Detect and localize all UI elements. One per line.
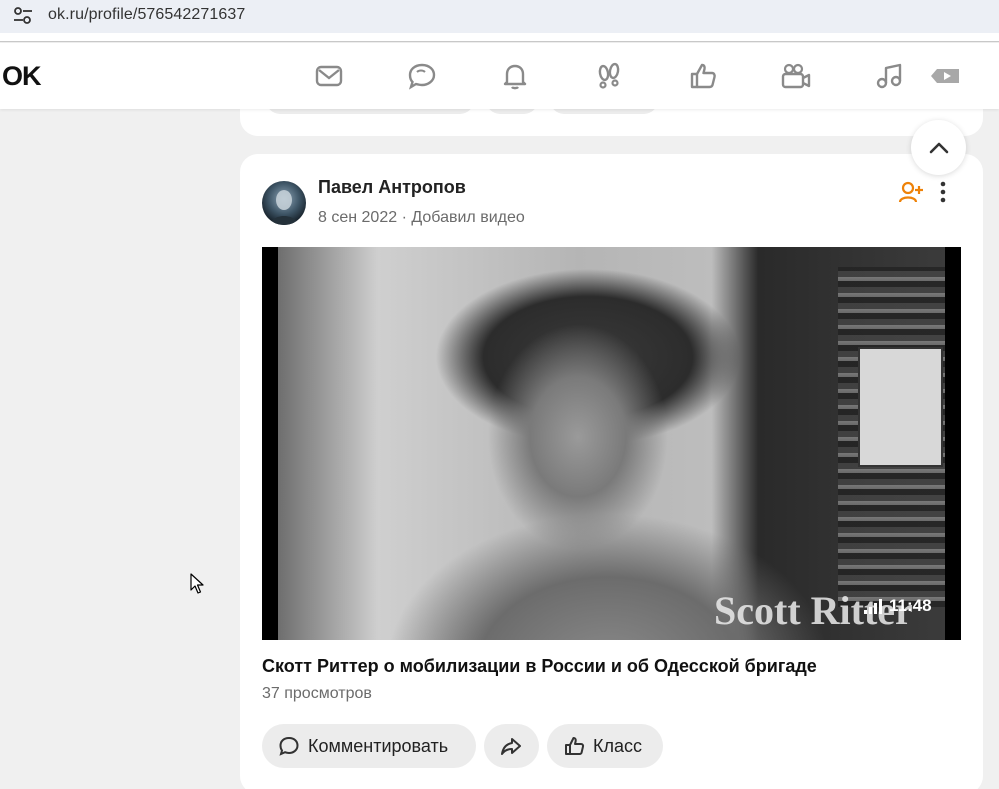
post-meta: 8 сен 2022 · Добавил видео [318,209,525,227]
post-date[interactable]: 8 сен 2022 [318,209,397,226]
avatar-portrait-icon [270,190,298,225]
music-icon[interactable] [872,59,906,93]
video-duration: 11:48 [863,596,932,616]
notifications-icon[interactable] [498,59,532,93]
thumbnail-poster [858,347,943,467]
chevron-up-icon [929,142,948,153]
mouse-cursor-icon [190,573,204,594]
share-arrow-icon [501,738,521,755]
video-player[interactable]: Scott Ritter 11:48 [262,247,961,640]
quality-signal-icon [864,599,882,614]
events-icon[interactable] [686,59,720,93]
url-text[interactable]: ok.ru/profile/576542271637 [48,6,245,24]
discussions-icon[interactable] [405,59,439,93]
browser-address-bar: ok.ru/profile/576542271637 [0,0,999,42]
comment-icon [279,736,299,756]
comment-label: Комментировать [308,735,449,756]
share-button[interactable] [484,724,539,768]
messages-icon[interactable] [312,59,346,93]
video-title[interactable]: Скотт Риттер о мобилизации в России и об… [262,656,817,677]
video-playlist-icon[interactable] [928,59,962,93]
meta-separator: · [401,209,407,226]
video-thumbnail [278,247,945,640]
address-field[interactable]: ok.ru/profile/576542271637 [0,0,999,33]
site-header: OK [0,43,999,109]
author-avatar[interactable] [262,181,306,225]
author-name[interactable]: Павел Антропов [318,177,466,198]
comment-button[interactable]: Комментировать [262,724,476,768]
more-options-icon[interactable] [936,180,950,204]
add-friend-icon[interactable] [898,180,924,204]
guests-icon[interactable] [592,59,626,93]
like-label: Класс [593,735,642,756]
video-icon[interactable] [779,59,813,93]
duration-text: 11:48 [889,596,932,615]
site-settings-icon[interactable] [12,6,34,26]
post-action: Добавил видео [411,209,525,226]
ok-logo[interactable]: OK [2,61,41,92]
video-views: 37 просмотров [262,685,372,702]
post-card: Павел Антропов 8 сен 2022 · Добавил виде… [240,154,983,789]
scroll-to-top-button[interactable] [911,120,966,175]
thumbs-up-icon [565,737,585,755]
like-button[interactable]: Класс [547,724,663,768]
